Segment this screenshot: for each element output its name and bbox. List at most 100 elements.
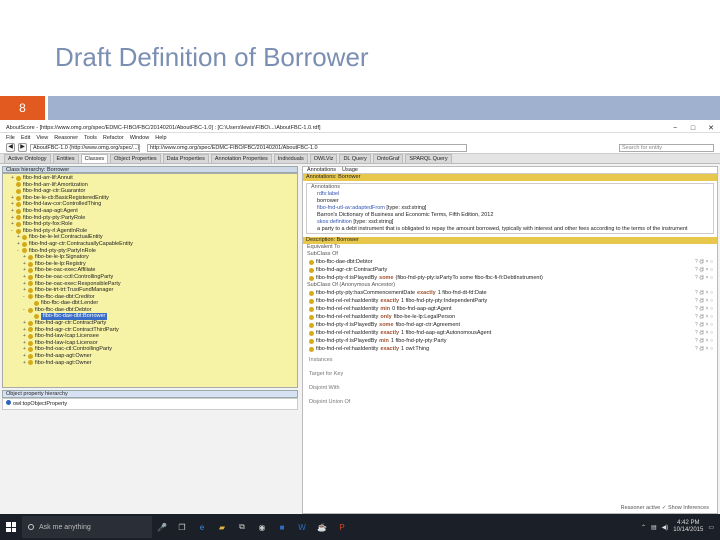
task-view-icon[interactable]: ❐ <box>172 516 192 538</box>
tree-item[interactable]: + fibo-be-oac-exec:ResponsibleParty <box>5 281 295 288</box>
volume-icon[interactable]: ◀) <box>662 524 669 531</box>
annotation-key[interactable]: fibo-fnd-utl-av:adaptedFrom <box>317 205 385 211</box>
explorer-icon[interactable]: ▰ <box>212 516 232 538</box>
axiom-row[interactable]: fibo-fnd-rel-rel:hasIdentity only fibo-be-… <box>303 313 717 321</box>
menu-item-refactor[interactable]: Refactor <box>103 135 124 141</box>
tree-item[interactable]: + fibo-fnd-law-cor:ControlledThing <box>5 201 295 208</box>
tree-item[interactable]: fibo-fnd-arr-lif:Amortization <box>5 182 295 189</box>
object-property-item[interactable]: owl:topObjectProperty <box>2 398 298 410</box>
mic-icon[interactable]: 🎤 <box>152 516 172 538</box>
tree-item[interactable]: + fibo-fnd-pty-pty:PartyRole <box>5 215 295 222</box>
tree-item[interactable]: + fibo-be-oac-exec:Affiliate <box>5 267 295 274</box>
chrome-icon[interactable]: ◉ <box>252 516 272 538</box>
tab-data-properties[interactable]: Data Properties <box>162 154 209 163</box>
tab-classes[interactable]: Classes <box>80 154 109 163</box>
axiom-row[interactable]: fibo-fnd-rel-rel:hasIdentity min 0 fibo-fn… <box>303 305 717 313</box>
tab-annotation-properties[interactable]: Annotation Properties <box>210 154 272 163</box>
axiom-actions-icon[interactable]: ? @ × ○ <box>695 329 717 337</box>
axiom-row[interactable]: fibo-fnd-pty-rl:isPlayedBy some (fibo-fnd-… <box>303 274 717 282</box>
edge-icon[interactable]: e <box>192 516 212 538</box>
java-icon[interactable]: ☕ <box>312 516 332 538</box>
up-arrow-icon[interactable]: ⌃ <box>641 524 646 531</box>
axiom-actions-icon[interactable]: ? @ × ○ <box>695 313 717 321</box>
axiom-row[interactable]: fibo-fnd-agr-ctr:ContractParty ? @ × ○ <box>303 266 717 274</box>
tab-entities[interactable]: Entities <box>52 154 79 163</box>
back-icon[interactable]: ◀ <box>6 143 15 152</box>
section-instances[interactable]: Instances <box>303 353 717 367</box>
tab-owlviz[interactable]: OWLViz <box>309 154 338 163</box>
tree-item[interactable]: + fibo-fnd-oac-ctl:ControllingParty <box>5 346 295 353</box>
axiom-row[interactable]: fibo-fnd-rel-rel:hasIdentity exactly 1 fib… <box>303 329 717 337</box>
tree-item[interactable]: + fibo-be-le-lp:Signatory <box>5 254 295 261</box>
ontology-url[interactable]: http://www.omg.org/spec/EDMC-FIBO/FBC/20… <box>147 143 467 152</box>
menu-item-tools[interactable]: Tools <box>84 135 97 141</box>
cortana-search[interactable]: Ask me anything <box>22 516 152 538</box>
tab-active-ontology[interactable]: Active Ontology <box>4 154 51 163</box>
tree-item[interactable]: + fibo-fnd-arr-lif:Annuit <box>5 175 295 182</box>
menu-item-file[interactable]: File <box>6 135 15 141</box>
tab-individuals[interactable]: Individuals <box>273 154 308 163</box>
axiom-row[interactable]: fibo-fbc-dae-dbt:Debtor ? @ × ○ <box>303 258 717 266</box>
annotation-key[interactable]: rdfs:label <box>317 191 339 197</box>
menu-item-edit[interactable]: Edit <box>21 135 30 141</box>
notifications-icon[interactable]: ▭ <box>708 524 714 531</box>
annotation-key[interactable]: skos:definition <box>317 219 352 225</box>
axiom-actions-icon[interactable]: ? @ × ○ <box>695 321 717 329</box>
axiom-row[interactable]: fibo-fnd-rel-rel:hasIdentity exactly 1 fib… <box>303 297 717 305</box>
tree-item[interactable]: + fibo-fnd-aap-agt:Owner <box>5 353 295 360</box>
tree-item[interactable]: + fibo-be-le-lei:ContractualEntity <box>5 234 295 241</box>
tree-item[interactable]: + fibo-fnd-agr-ctr:ContractParty <box>5 320 295 327</box>
menu-item-help[interactable]: Help <box>155 135 166 141</box>
store-icon[interactable]: ⧉ <box>232 516 252 538</box>
tree-item[interactable]: + fibo-fnd-aap-agt:Owner <box>5 360 295 367</box>
maximize-icon[interactable]: □ <box>684 124 702 133</box>
axiom-actions-icon[interactable]: ? @ × ○ <box>695 266 717 274</box>
tree-item[interactable]: - fibo-fbc-dae-dbt:Debtor <box>5 307 295 314</box>
reasoner-status[interactable]: Reasoner active ✓ Show Inferences <box>621 505 709 511</box>
equivalent-to-label[interactable]: Equivalent To <box>303 244 717 251</box>
forward-icon[interactable]: ▶ <box>18 143 27 152</box>
outlook-icon[interactable]: ■ <box>272 516 292 538</box>
tab-usage[interactable]: Usage <box>342 167 358 173</box>
tree-item[interactable]: + fibo-fnd-aap-agt:Agent <box>5 208 295 215</box>
tree-item[interactable]: fibo-fnd-agr-ctr:Guarantor <box>5 188 295 195</box>
menu-item-reasoner[interactable]: Reasoner <box>54 135 78 141</box>
tree-item[interactable]: - fibo-fbc-dae-dbt:Creditor <box>5 294 295 301</box>
tab-sparql-query[interactable]: SPARQL Query <box>405 154 452 163</box>
section-disjoint-union-of[interactable]: Disjoint Union Of <box>303 395 717 409</box>
tree-item[interactable]: + fibo-be-trt-trt:TrustFundManager <box>5 287 295 294</box>
section-target-for-key[interactable]: Target for Key <box>303 367 717 381</box>
close-icon[interactable]: ✕ <box>702 124 720 133</box>
clock[interactable]: 4:42 PM 10/14/2015 <box>673 520 703 534</box>
tree-item[interactable]: + fibo-fnd-law-lcap:Licensee <box>5 333 295 340</box>
axiom-row[interactable]: fibo-fnd-rel-rel:hasIdentity exactly 1 owl… <box>303 345 717 353</box>
section-disjoint-with[interactable]: Disjoint With <box>303 381 717 395</box>
tree-item[interactable]: fibo-fbc-dae-dbt:Borrower <box>5 313 295 321</box>
network-icon[interactable]: ▤ <box>651 524 657 531</box>
tree-item[interactable]: + fibo-fnd-pty-fox:Role <box>5 221 295 228</box>
start-button[interactable] <box>0 514 22 540</box>
tree-item[interactable]: + fibo-fnd-agr-ctr:ContractThirdParty <box>5 327 295 334</box>
tab-ontograf[interactable]: OntoGraf <box>372 154 404 163</box>
axiom-row[interactable]: fibo-fnd-pty-pty:hasCommencementDate exac… <box>303 289 717 297</box>
ontology-select[interactable]: AboutFBC-1.0 (http://www.omg.org/spec/..… <box>30 143 140 152</box>
tree-item[interactable]: + fibo-be-le-lp:Registry <box>5 261 295 268</box>
subclass-of-label[interactable]: SubClass Of <box>303 251 717 258</box>
search-input[interactable]: Search for entity <box>619 143 714 152</box>
axiom-actions-icon[interactable]: ? @ × ○ <box>695 274 717 282</box>
word-icon[interactable]: W <box>292 516 312 538</box>
tree-item[interactable]: + fibo-fnd-law-lcap:Licensor <box>5 340 295 347</box>
tab-object-properties[interactable]: Object Properties <box>110 154 161 163</box>
tab-annotations[interactable]: Annotations <box>307 167 336 173</box>
powerpoint-icon[interactable]: P <box>332 516 352 538</box>
minimize-icon[interactable]: − <box>666 124 684 133</box>
axiom-row[interactable]: fibo-fnd-pty-rl:isPlayedBy some fibo-fnd-a… <box>303 321 717 329</box>
tab-dl-query[interactable]: DL Query <box>339 154 371 163</box>
tree-item[interactable]: + fibo-be-oac-cctl:ControllingParty <box>5 274 295 281</box>
axiom-row[interactable]: fibo-fnd-pty-rl:isPlayedBy min 1 fibo-fnd-… <box>303 337 717 345</box>
menu-item-window[interactable]: Window <box>130 135 150 141</box>
tree-item[interactable]: - fibo-fnd-pty-rl:AgentInRole <box>5 228 295 235</box>
axiom-actions-icon[interactable]: ? @ × ○ <box>695 289 717 297</box>
tree-item[interactable]: + fibo-fnd-agr-ctr:ContractuallyCapableEn… <box>5 241 295 248</box>
axiom-actions-icon[interactable]: ? @ × ○ <box>695 305 717 313</box>
